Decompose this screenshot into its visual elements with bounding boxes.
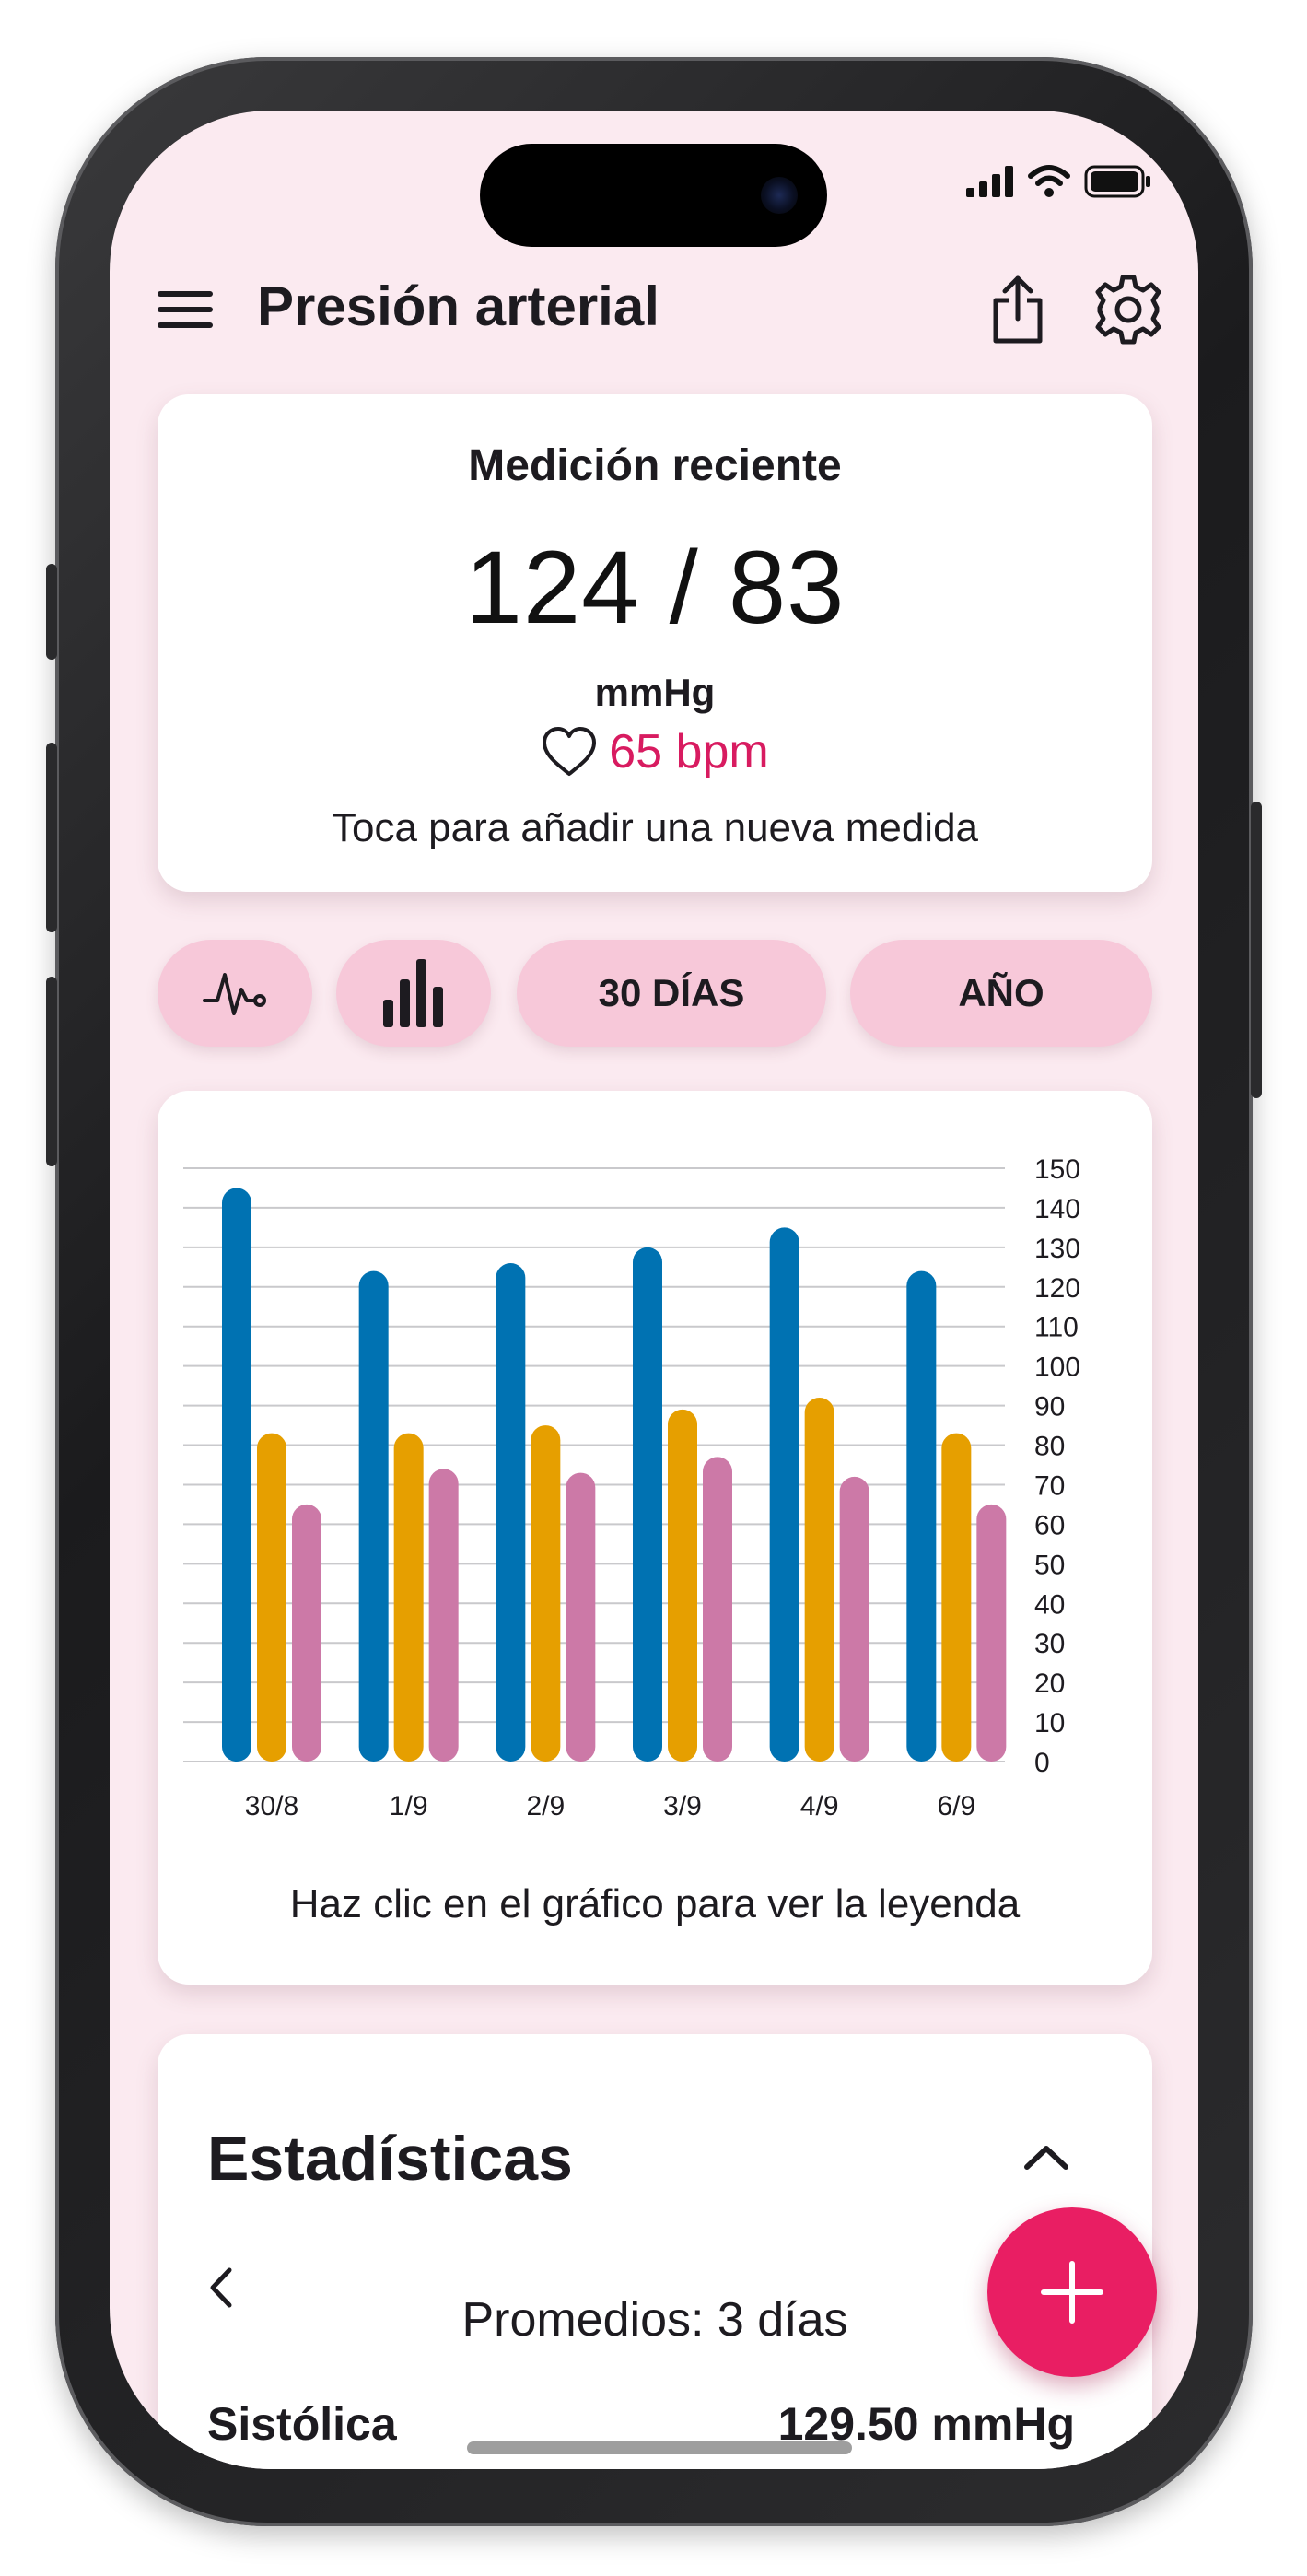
bar-series-2 <box>531 1425 561 1762</box>
bar-series-3 <box>428 1469 459 1762</box>
dynamic-island <box>480 144 827 247</box>
bar-series-2 <box>257 1433 286 1762</box>
y-tick-label: 130 <box>1034 1234 1080 1264</box>
bar-series-3 <box>292 1504 321 1762</box>
plus-icon <box>1041 2261 1103 2324</box>
blood-pressure-value: 124 / 83 <box>464 530 846 645</box>
y-tick-label: 90 <box>1034 1392 1065 1423</box>
heart-outline-icon <box>543 727 597 776</box>
y-tick-label: 0 <box>1034 1748 1050 1778</box>
bar-series-1 <box>769 1227 799 1762</box>
bar-series-1 <box>633 1247 662 1762</box>
bar-chart-icon <box>383 959 443 1027</box>
bar-series-3 <box>839 1476 869 1762</box>
line-chart-toggle[interactable] <box>158 940 312 1047</box>
settings-button[interactable] <box>1090 271 1167 348</box>
y-tick-label: 80 <box>1034 1432 1065 1462</box>
bar-series-3 <box>566 1472 596 1762</box>
top-app-bar: Presión arterial <box>110 249 1198 369</box>
add-measurement-fab[interactable] <box>987 2207 1157 2377</box>
y-tick-label: 20 <box>1034 1669 1065 1699</box>
y-tick-label: 60 <box>1034 1510 1065 1540</box>
x-tick-label: 4/9 <box>800 1791 839 1821</box>
front-camera <box>761 177 798 214</box>
bar-series-1 <box>906 1270 937 1762</box>
y-tick-label: 10 <box>1034 1708 1065 1739</box>
x-tick-label: 6/9 <box>937 1791 975 1821</box>
share-button[interactable] <box>981 269 1055 348</box>
bar-series-1 <box>358 1270 389 1762</box>
heart-rate-line-icon <box>203 973 266 1015</box>
share-icon <box>993 275 1043 344</box>
x-tick-label: 30/8 <box>245 1791 298 1821</box>
bar-series-1 <box>496 1263 526 1762</box>
y-tick-label: 110 <box>1034 1313 1079 1343</box>
page-title: Presión arterial <box>257 275 659 337</box>
chart-legend-hint: Haz clic en el gráfico para ver la leyen… <box>289 1881 1021 1926</box>
chart-card[interactable]: 0 10 20 30 40 50 60 70 80 90 100 110 120 130 140 150 30/… <box>158 1091 1152 1985</box>
action-button <box>46 564 57 660</box>
wifi-icon <box>1028 165 1070 197</box>
bar-series-2 <box>668 1409 697 1762</box>
y-tick-label: 70 <box>1034 1470 1065 1501</box>
power-button <box>1251 802 1262 1098</box>
filter-year[interactable]: AÑO <box>850 940 1152 1047</box>
y-tick-label: 40 <box>1034 1589 1065 1620</box>
bar-series-3 <box>703 1457 732 1762</box>
cellular-signal-icon <box>966 166 1013 197</box>
x-tick-label: 1/9 <box>390 1791 428 1821</box>
y-tick-label: 150 <box>1034 1154 1080 1185</box>
gear-icon <box>1095 275 1161 345</box>
hamburger-menu-icon <box>158 291 213 328</box>
volume-up-button <box>46 743 57 932</box>
bar-chart-toggle[interactable] <box>336 940 491 1047</box>
x-tick-label: 3/9 <box>663 1791 702 1821</box>
bar-series-2 <box>804 1398 834 1762</box>
y-tick-label: 30 <box>1034 1629 1065 1659</box>
add-measurement-hint: Toca para añadir una nueva medida <box>331 805 979 850</box>
collapse-statistics-button[interactable] <box>1023 2143 1069 2175</box>
bar-series-3 <box>976 1504 1007 1762</box>
y-tick-label: 120 <box>1034 1273 1080 1304</box>
bar-series-2 <box>393 1433 424 1762</box>
status-bar <box>966 158 1152 205</box>
home-indicator <box>467 2441 852 2454</box>
pressure-unit: mmHg <box>594 671 716 714</box>
recent-heading: Medición reciente <box>468 441 842 490</box>
blood-pressure-bar-chart[interactable]: 0 10 20 30 40 50 60 70 80 90 100 110 120 130 140 150 30/… <box>158 1091 1152 1846</box>
systolic-label: Sistólica <box>207 2398 397 2450</box>
menu-button[interactable] <box>150 280 220 339</box>
volume-down-button <box>46 977 57 1166</box>
y-tick-label: 140 <box>1034 1194 1080 1224</box>
bar-series-2 <box>941 1433 972 1762</box>
recent-measurement-card[interactable]: Medición reciente 124 / 83 mmHg 65 bpm T… <box>158 394 1152 892</box>
chart-filter-row: 30 DÍAS AÑO <box>158 940 1152 1050</box>
pulse-value: 65 bpm <box>609 725 769 779</box>
chevron-up-icon <box>1024 2146 1068 2170</box>
pulse-row: 65 bpm <box>158 724 1152 779</box>
y-tick-label: 100 <box>1034 1352 1080 1383</box>
app-screen: Presión arterial Medición reciente 124 /… <box>110 111 1198 2469</box>
filter-30-days[interactable]: 30 DÍAS <box>517 940 826 1047</box>
x-tick-label: 2/9 <box>526 1791 565 1821</box>
statistics-heading: Estadísticas <box>207 2124 573 2194</box>
y-tick-label: 50 <box>1034 1550 1065 1580</box>
battery-icon <box>1084 165 1150 198</box>
bar-series-1 <box>222 1188 251 1762</box>
